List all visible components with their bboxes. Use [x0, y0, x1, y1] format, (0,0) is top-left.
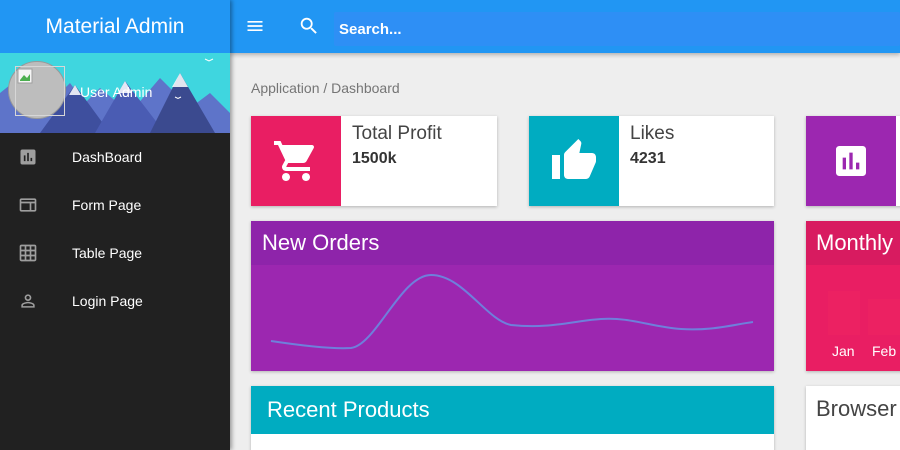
sidebar-item-login-page[interactable]: Login Page — [0, 277, 230, 325]
recent-products-title: Recent Products — [251, 386, 774, 434]
person-outline-icon — [21, 294, 35, 308]
monthly-bar-feb — [868, 299, 900, 335]
top-app-bar — [230, 0, 900, 53]
stat-card-total-profit: Total Profit 1500k — [251, 116, 497, 206]
web-window-icon — [19, 198, 37, 212]
stat-card-chart — [806, 116, 900, 206]
sidebar-item-dashboard[interactable]: DashBoard — [0, 133, 230, 181]
sidebar-item-label: Table Page — [72, 245, 143, 261]
sidebar-menu: DashBoard Form Page Table Page Login Pag… — [0, 133, 230, 325]
sidebar: Material Admin User Admin DashBoard Form… — [0, 0, 230, 450]
stat-icon-box — [806, 116, 896, 206]
browser-usage-card: Browser Usage — [806, 386, 900, 450]
monthly-sales-card: Monthly Sales Jan Feb — [806, 221, 900, 371]
search-icon[interactable] — [298, 15, 320, 37]
assessment-icon — [20, 149, 36, 165]
stat-card-likes: Likes 4231 — [529, 116, 774, 206]
thumb-up-icon — [552, 139, 596, 179]
grid-on-icon — [19, 244, 37, 262]
new-orders-line — [270, 273, 754, 350]
recent-products-card: Recent Products — [251, 386, 774, 450]
month-label-feb: Feb — [872, 343, 897, 359]
browser-usage-title: Browser Usage — [816, 396, 900, 421]
app-title: Material Admin — [0, 0, 230, 53]
menu-icon[interactable] — [244, 16, 266, 36]
stat-title: Total Profit — [352, 123, 442, 144]
sidebar-item-table-page[interactable]: Table Page — [0, 229, 230, 277]
new-orders-card: New Orders — [251, 221, 774, 371]
sidebar-item-label: DashBoard — [72, 149, 143, 165]
monthly-sales-title: Monthly Sales — [806, 221, 900, 265]
month-label-jan: Jan — [832, 343, 855, 359]
stat-icon-box — [529, 116, 619, 206]
stat-icon-box — [251, 116, 341, 206]
stat-value: 4231 — [630, 150, 666, 167]
breadcrumb: Application / Dashboard — [251, 80, 400, 96]
search-input[interactable] — [334, 12, 900, 46]
user-banner: User Admin — [0, 53, 230, 133]
chart-icon — [836, 146, 866, 176]
sidebar-item-label: Form Page — [72, 197, 142, 213]
new-orders-title: New Orders — [251, 221, 774, 265]
sidebar-item-label: Login Page — [72, 293, 143, 309]
search-box — [334, 12, 900, 46]
sidebar-item-form-page[interactable]: Form Page — [0, 181, 230, 229]
stat-value: 1500k — [352, 150, 397, 167]
shopping-cart-icon — [274, 141, 315, 181]
new-orders-line-chart — [270, 273, 754, 350]
avatar-image-placeholder — [15, 66, 65, 116]
stat-title: Likes — [630, 123, 675, 144]
broken-image-icon — [17, 68, 33, 84]
user-name[interactable]: User Admin — [80, 84, 152, 100]
monthly-bar-jan — [828, 291, 860, 335]
